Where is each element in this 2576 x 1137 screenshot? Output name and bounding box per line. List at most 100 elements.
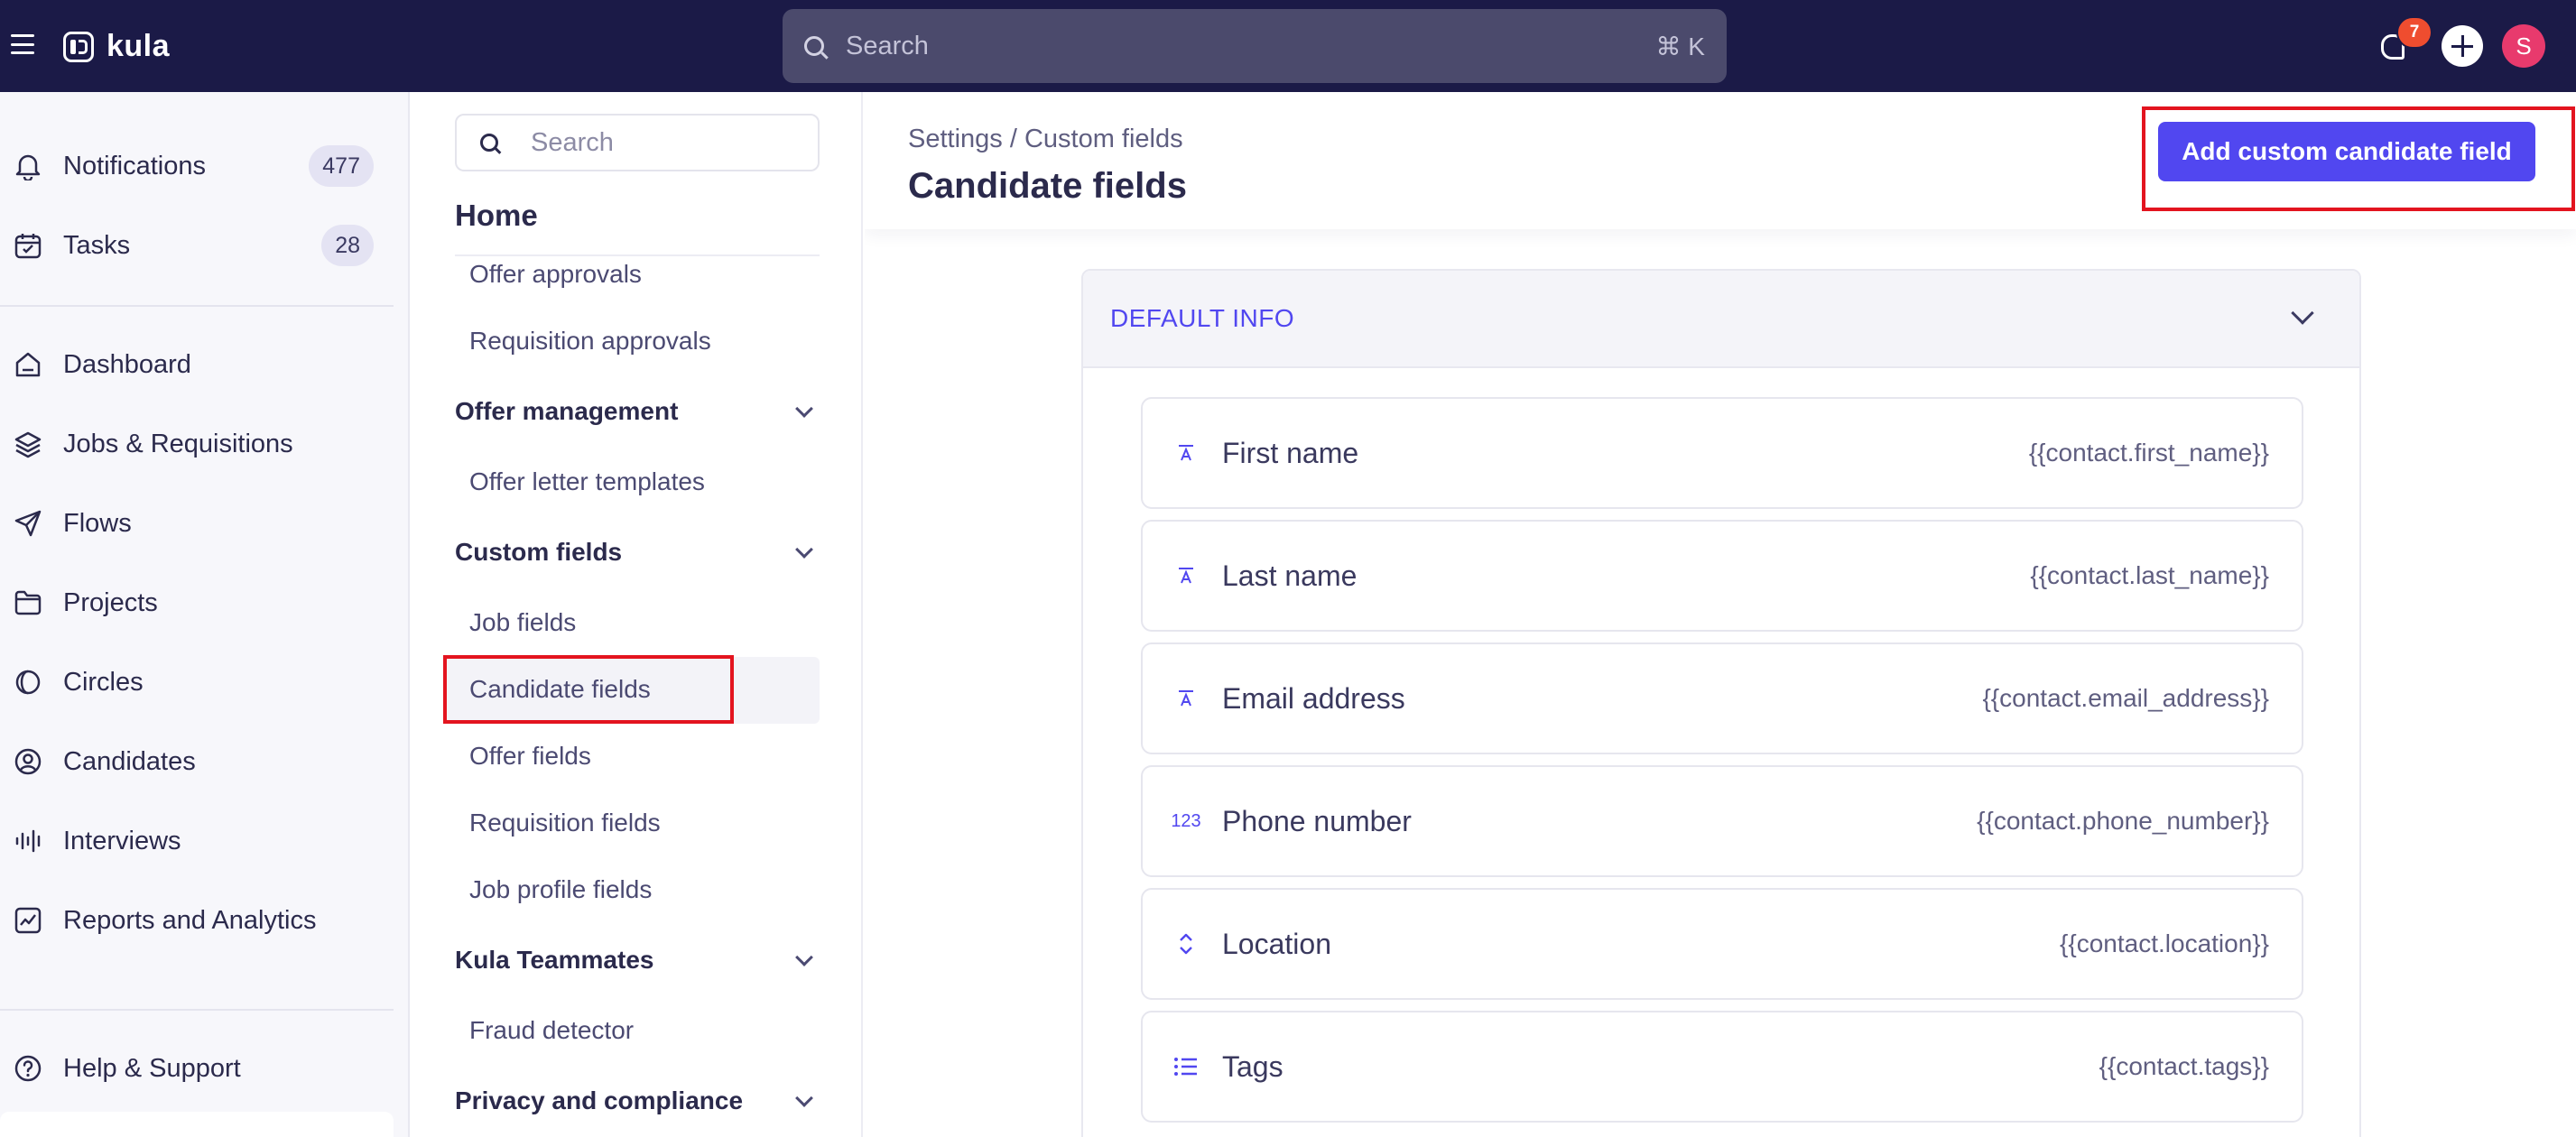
layers-icon: [13, 429, 43, 459]
field-row-first-name[interactable]: First name {{contact.first_name}}: [1141, 397, 2303, 509]
chart-icon: [13, 905, 43, 936]
sidebar-item-label: Dashboard: [63, 349, 191, 379]
settings-search-input[interactable]: Search: [455, 114, 820, 171]
sidebar-item-label: Candidates: [63, 746, 196, 776]
bell-icon: [13, 151, 43, 181]
chevron-down-icon: [795, 1089, 813, 1107]
sidebar-item-tasks[interactable]: Tasks 28: [0, 217, 408, 274]
settings-link-job-profile-fields[interactable]: Job profile fields: [469, 875, 652, 904]
settings-link-offer-fields[interactable]: Offer fields: [469, 742, 591, 771]
settings-link-offer-approvals[interactable]: Offer approvals: [469, 260, 642, 289]
field-token: {{contact.first_name}}: [2028, 439, 2269, 467]
sidebar-item-label: Projects: [63, 587, 158, 617]
search-shortcut: ⌘ K: [1655, 32, 1705, 60]
send-icon: [13, 508, 43, 539]
settings-link-requisition-approvals[interactable]: Requisition approvals: [469, 327, 711, 356]
create-new-button[interactable]: [2442, 25, 2483, 67]
sidebar-item-label: Circles: [63, 667, 144, 697]
sidebar-item-circles[interactable]: Circles: [0, 653, 408, 711]
circle-half-icon: [13, 667, 43, 698]
highlight-box-candidate-fields: [443, 655, 734, 724]
user-circle-icon: [13, 746, 43, 777]
settings-home-link[interactable]: Home: [455, 199, 538, 233]
field-name: Last name: [1222, 559, 1357, 592]
field-token: {{contact.email_address}}: [1982, 684, 2269, 712]
chevron-down-icon: [795, 541, 813, 559]
text-field-icon: [1172, 439, 1200, 467]
sidebar-item-projects[interactable]: Projects: [0, 574, 408, 632]
field-token: {{contact.location}}: [2060, 929, 2269, 957]
sidebar-item-help-support[interactable]: Help & Support: [0, 1040, 408, 1097]
settings-group-label: Kula Teammates: [455, 946, 654, 974]
settings-group-privacy-compliance[interactable]: Privacy and compliance: [455, 1081, 820, 1121]
settings-group-label: Privacy and compliance: [455, 1086, 744, 1114]
notifications-count-badge: 477: [309, 145, 374, 187]
settings-group-kula-teammates[interactable]: Kula Teammates: [455, 940, 820, 980]
audio-wave-icon: [13, 826, 43, 856]
sidebar-item-dashboard[interactable]: Dashboard: [0, 336, 408, 393]
number-field-icon: 123: [1171, 810, 1201, 831]
settings-link-fraud-detector[interactable]: Fraud detector: [469, 1016, 634, 1045]
sidebar-divider: [0, 305, 394, 307]
text-field-icon: [1172, 561, 1200, 590]
sidebar-item-jobs-requisitions[interactable]: Jobs & Requisitions: [0, 415, 408, 473]
settings-link-job-fields[interactable]: Job fields: [469, 608, 576, 637]
main-content: Settings / Custom fields Candidate field…: [865, 92, 2576, 1137]
sidebar-item-interviews[interactable]: Interviews: [0, 812, 408, 870]
field-row-last-name[interactable]: Last name {{contact.last_name}}: [1141, 520, 2303, 632]
top-bar: kula Search ⌘ K 7 S: [0, 0, 2576, 92]
search-icon: [480, 134, 498, 152]
settings-group-label: Offer management: [455, 397, 679, 425]
sidebar-item-flows[interactable]: Flows: [0, 495, 408, 552]
notification-badge: 7: [2396, 16, 2432, 49]
sidebar-item-label: Jobs & Requisitions: [63, 429, 293, 458]
home-icon: [13, 349, 43, 380]
select-field-icon: [1172, 929, 1200, 958]
tasks-count-badge: 28: [321, 225, 374, 266]
settings-link-offer-letter-templates[interactable]: Offer letter templates: [469, 467, 705, 496]
sidebar-item-candidates[interactable]: Candidates: [0, 733, 408, 790]
field-name: Phone number: [1222, 804, 1412, 837]
settings-divider: [455, 254, 820, 256]
sidebar-footer: [0, 1112, 394, 1137]
help-circle-icon: [13, 1053, 43, 1084]
page-title: Candidate fields: [908, 166, 1187, 206]
chevron-down-icon: [795, 948, 813, 966]
breadcrumb[interactable]: Settings / Custom fields: [908, 125, 1183, 154]
menu-icon[interactable]: [11, 34, 34, 54]
field-row-email-address[interactable]: Email address {{contact.email_address}}: [1141, 642, 2303, 754]
search-icon: [804, 36, 824, 56]
field-row-phone-number[interactable]: 123 Phone number {{contact.phone_number}…: [1141, 765, 2303, 877]
chevron-down-icon: [795, 400, 813, 418]
field-token: {{contact.phone_number}}: [1977, 807, 2269, 835]
settings-link-requisition-fields[interactable]: Requisition fields: [469, 809, 661, 837]
field-name: Tags: [1222, 1049, 1283, 1083]
calendar-check-icon: [13, 230, 43, 261]
global-search-input[interactable]: Search ⌘ K: [783, 9, 1727, 83]
global-search-placeholder: Search: [846, 31, 929, 60]
section-title: DEFAULT INFO: [1110, 304, 1295, 332]
app-logo[interactable]: kula: [63, 29, 170, 64]
sidebar-item-reports-analytics[interactable]: Reports and Analytics: [0, 892, 408, 949]
main-sidebar: Notifications 477 Tasks 28 Dashboard Job…: [0, 92, 410, 1137]
list-field-icon: [1172, 1052, 1200, 1081]
sidebar-divider: [0, 1009, 394, 1011]
text-field-icon: [1172, 684, 1200, 713]
sidebar-item-label: Help & Support: [63, 1053, 241, 1083]
user-avatar[interactable]: S: [2502, 24, 2545, 68]
settings-sidebar: Search Home Offer approvals Requisition …: [412, 92, 863, 1137]
settings-group-custom-fields[interactable]: Custom fields: [455, 532, 820, 572]
folder-icon: [13, 587, 43, 618]
settings-search-placeholder: Search: [531, 127, 614, 157]
field-name: Email address: [1222, 681, 1405, 715]
sidebar-item-label: Notifications: [63, 151, 206, 180]
sidebar-item-notifications[interactable]: Notifications 477: [0, 137, 408, 195]
field-row-location[interactable]: Location {{contact.location}}: [1141, 888, 2303, 1000]
kula-logo-icon: [63, 31, 94, 62]
field-token: {{contact.tags}}: [2099, 1052, 2269, 1080]
field-row-tags[interactable]: Tags {{contact.tags}}: [1141, 1011, 2303, 1123]
default-info-section: DEFAULT INFO First name {{contact.first_…: [1081, 269, 2361, 1137]
sidebar-item-label: Interviews: [63, 826, 181, 855]
default-info-header[interactable]: DEFAULT INFO: [1083, 271, 2359, 368]
settings-group-offer-management[interactable]: Offer management: [455, 392, 820, 431]
